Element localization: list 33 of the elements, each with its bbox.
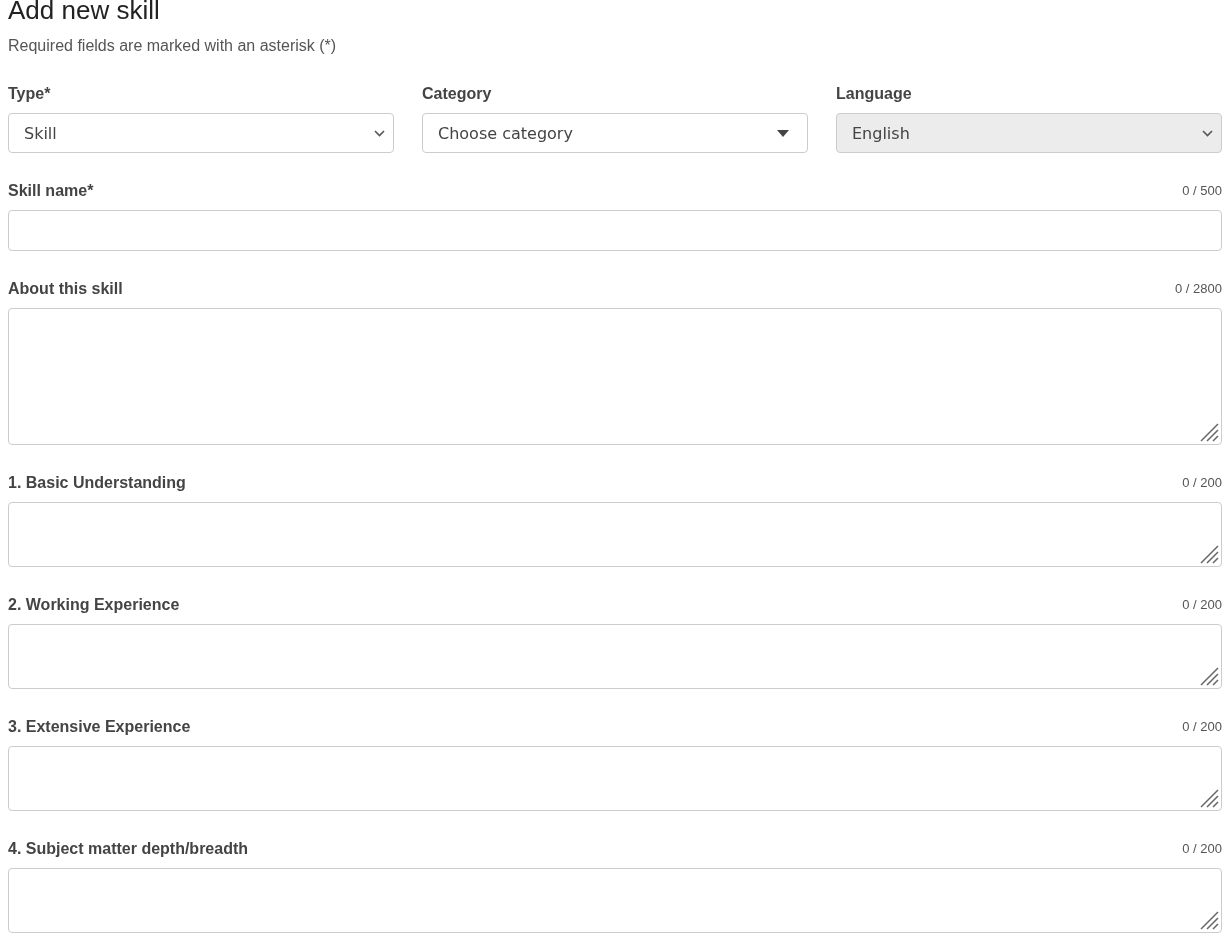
resize-handle-icon[interactable] bbox=[1199, 422, 1219, 442]
chevron-icon bbox=[1202, 129, 1213, 137]
resize-handle-icon[interactable] bbox=[1199, 544, 1219, 564]
resize-handle-icon[interactable] bbox=[1199, 666, 1219, 686]
character-counter: 0 / 2800 bbox=[1175, 280, 1222, 298]
field-label: 4. Subject matter depth/breadth bbox=[8, 839, 249, 859]
character-counter: 0 / 200 bbox=[1182, 474, 1222, 492]
character-counter: 0 / 500 bbox=[1182, 182, 1222, 200]
field-label: About this skill bbox=[8, 279, 123, 299]
textarea-field[interactable] bbox=[8, 624, 1222, 689]
input-field[interactable] bbox=[8, 210, 1222, 251]
chevron-icon bbox=[374, 129, 385, 137]
caret-icon bbox=[777, 129, 789, 137]
resize-handle-icon[interactable] bbox=[1199, 910, 1219, 930]
textarea-field[interactable] bbox=[8, 308, 1222, 445]
field-label: 1. Basic Understanding bbox=[8, 473, 186, 493]
character-counter: 0 / 200 bbox=[1182, 718, 1222, 736]
textarea-field[interactable] bbox=[8, 868, 1222, 933]
select-field[interactable]: Skill bbox=[8, 113, 394, 153]
character-counter: 0 / 200 bbox=[1182, 596, 1222, 614]
field-label: 3. Extensive Experience bbox=[8, 717, 191, 737]
textarea-field[interactable] bbox=[8, 746, 1222, 811]
field-label: Category bbox=[422, 84, 492, 104]
select-field[interactable]: Choose category bbox=[422, 113, 808, 153]
textarea-field[interactable] bbox=[8, 502, 1222, 567]
character-counter: 0 / 200 bbox=[1182, 840, 1222, 858]
resize-handle-icon[interactable] bbox=[1199, 788, 1219, 808]
field-label: 2. Working Experience bbox=[8, 595, 180, 615]
field-label: Language bbox=[836, 84, 912, 104]
field-label: Skill name* bbox=[8, 181, 94, 201]
required-fields-note: Required fields are marked with an asterisk (*) bbox=[8, 36, 338, 56]
page-title: Add new skill bbox=[8, 0, 161, 26]
field-label: Type* bbox=[8, 84, 51, 104]
